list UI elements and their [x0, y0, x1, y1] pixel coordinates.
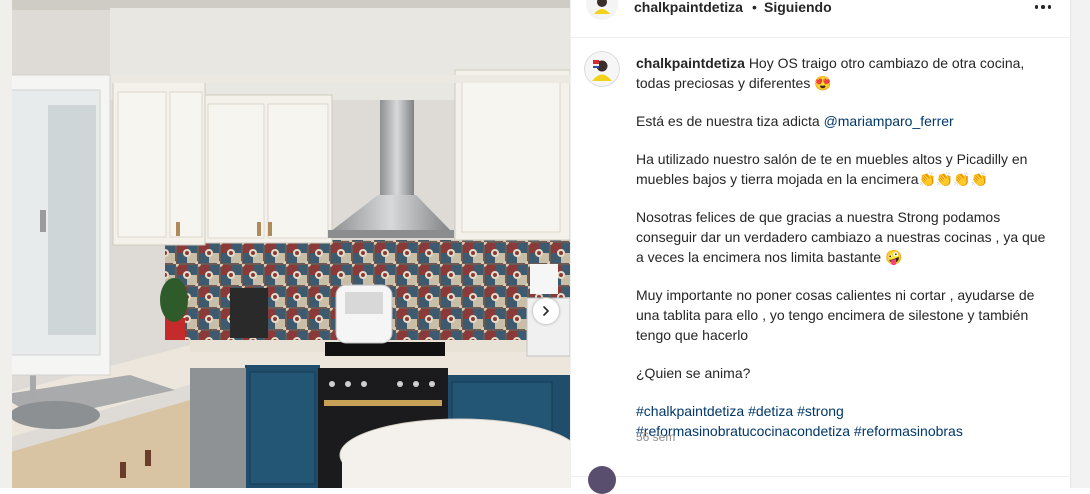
- caption-paragraph: Nosotras felices de que gracias a nuestr…: [636, 209, 1046, 265]
- caption-intro: chalkpaintdetiza Hoy OS traigo otro camb…: [636, 53, 1046, 93]
- post-timestamp[interactable]: 56 sem: [636, 430, 675, 444]
- scrollbar[interactable]: [1070, 0, 1090, 488]
- hashtag-link[interactable]: #chalkpaintdetiza: [636, 403, 744, 419]
- next-image-button[interactable]: [533, 298, 559, 324]
- divider: [571, 476, 1071, 477]
- mention-link[interactable]: @mariamparo_ferrer: [824, 113, 954, 129]
- more-options-icon: [1034, 5, 1039, 9]
- caption-paragraph: Muy importante no poner cosas calientes …: [636, 287, 1035, 343]
- following-button[interactable]: Siguiendo: [764, 0, 832, 15]
- post-caption: chalkpaintdetiza Hoy OS traigo otro camb…: [636, 53, 1046, 459]
- profile-avatar-icon: [586, 0, 618, 20]
- caption-paragraph: ¿Quien se anima?: [636, 365, 751, 381]
- kitchen-photo: [0, 0, 570, 488]
- caption-username[interactable]: chalkpaintdetiza: [636, 55, 745, 71]
- post-image[interactable]: [0, 0, 570, 488]
- caption-avatar[interactable]: [584, 51, 620, 87]
- chevron-right-icon: [543, 306, 549, 316]
- post-sidebar: chalkpaintdetiza • Siguiendo chalkpaintd…: [570, 0, 1071, 494]
- avatar[interactable]: [586, 0, 618, 20]
- header-username[interactable]: chalkpaintdetiza: [634, 0, 743, 15]
- profile-avatar-icon: [584, 51, 620, 87]
- caption-paragraph: Está es de nuestra tiza adicta @mariampa…: [636, 111, 1046, 131]
- header-separator: •: [752, 0, 757, 15]
- hashtags: #chalkpaintdetiza #detiza #strong #refor…: [636, 401, 1046, 441]
- hashtag-link[interactable]: #detiza: [748, 403, 793, 419]
- caption-paragraph: Ha utilizado nuestro salón de te en mueb…: [636, 151, 1028, 187]
- caption-text: Está es de nuestra tiza adicta: [636, 113, 824, 129]
- comment-avatar[interactable]: [588, 466, 616, 494]
- hashtag-link[interactable]: #reformasinobras: [854, 423, 963, 439]
- post-header: chalkpaintdetiza • Siguiendo: [571, 0, 1071, 38]
- hashtag-link[interactable]: #strong: [797, 403, 844, 419]
- more-options-button[interactable]: [1031, 0, 1055, 14]
